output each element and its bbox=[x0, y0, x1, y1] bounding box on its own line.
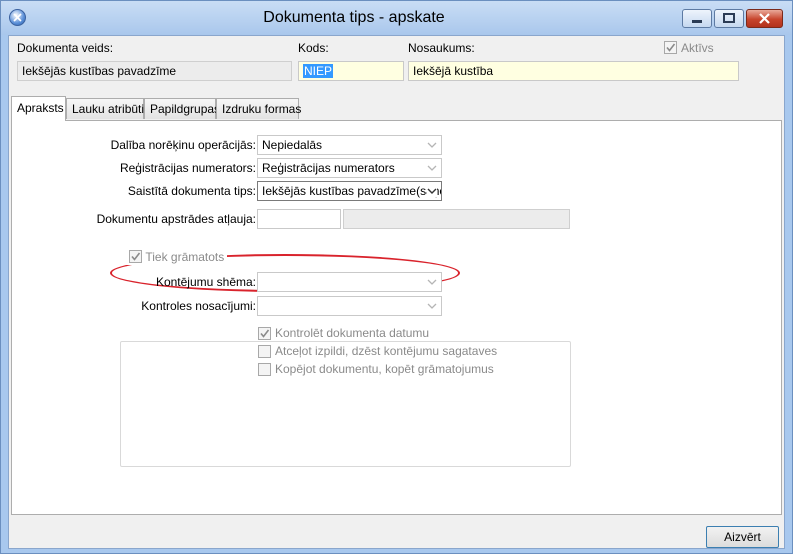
code-field[interactable]: NIEP bbox=[298, 61, 404, 81]
doc-type-label: Dokumenta veids: bbox=[17, 41, 114, 55]
code-label: Kods: bbox=[298, 41, 329, 55]
netting-label: Dalība norēķinu operācijās: bbox=[110, 138, 256, 152]
numerator-label: Reģistrācijas numerators: bbox=[119, 161, 256, 175]
close-icon bbox=[759, 13, 770, 24]
accounting-checkbox[interactable] bbox=[129, 250, 142, 264]
check-document-date-label: Kontrolēt dokumenta datumu bbox=[275, 326, 430, 340]
copy-postings-checkbox[interactable] bbox=[258, 363, 271, 376]
scheme-select[interactable] bbox=[257, 272, 442, 292]
checkmark-icon bbox=[260, 329, 270, 338]
window-title: Dokumenta tips - apskate bbox=[263, 9, 445, 26]
name-field[interactable]: Iekšējā kustība bbox=[408, 61, 739, 81]
delete-postings-label: Atceļot izpildi, dzēst kontējumu sagatav… bbox=[275, 344, 498, 358]
numerator-value: Reģistrācijas numerators bbox=[262, 161, 395, 175]
scheme-label: Kontējumu shēma: bbox=[155, 275, 256, 289]
chevron-down-icon bbox=[427, 303, 437, 309]
chevron-down-icon bbox=[427, 279, 437, 285]
conditions-select[interactable] bbox=[257, 296, 442, 316]
title-bar: Dokumenta tips - apskate bbox=[1, 1, 792, 35]
related-doc-select[interactable]: Iekšējās kustības pavadzīme(saņemšana) bbox=[257, 181, 442, 201]
checkmark-icon bbox=[666, 43, 676, 52]
tab-apraksts[interactable]: Apraksts bbox=[11, 96, 66, 121]
chevron-down-icon bbox=[427, 185, 437, 197]
tab-izdruku-formas[interactable]: Izdruku formas bbox=[216, 98, 301, 119]
accounting-group-label: Tiek grāmatots bbox=[145, 249, 225, 264]
check-document-date-checkbox[interactable] bbox=[258, 327, 271, 340]
code-value: NIEP bbox=[303, 64, 334, 78]
close-button[interactable]: Aizvērt bbox=[706, 526, 779, 548]
related-doc-value: Iekšējās kustības pavadzīme(saņemšana) bbox=[262, 184, 441, 198]
dialog-window: Dokumenta tips - apskate Dokumenta veids… bbox=[0, 0, 793, 554]
conditions-label: Kontroles nosacījumi: bbox=[141, 299, 256, 313]
active-label: Aktīvs bbox=[681, 41, 714, 55]
minimize-button[interactable] bbox=[682, 9, 712, 28]
accounting-group bbox=[120, 341, 571, 467]
minimize-icon bbox=[692, 20, 702, 23]
related-doc-label: Saistītā dokumenta tips: bbox=[127, 184, 256, 198]
close-window-button[interactable] bbox=[746, 9, 783, 28]
checkmark-icon bbox=[131, 252, 141, 262]
doc-type-field: Iekšējās kustības pavadzīme bbox=[17, 61, 292, 81]
permission-code-field[interactable] bbox=[257, 209, 341, 229]
dialog-client-area: Dokumenta veids: Iekšējās kustības pavad… bbox=[8, 35, 785, 549]
maximize-button[interactable] bbox=[714, 9, 744, 28]
tab-lauku-atributi[interactable]: Lauku atribūti bbox=[66, 98, 144, 119]
permission-label: Dokumentu apstrādes atļauja: bbox=[96, 212, 256, 226]
netting-select[interactable]: Nepiedalās bbox=[257, 135, 442, 155]
name-label: Nosaukums: bbox=[408, 41, 475, 55]
accounting-group-header: Tiek grāmatots bbox=[126, 249, 228, 265]
tab-papildgrupas[interactable]: Papildgrupas bbox=[144, 98, 220, 119]
netting-value: Nepiedalās bbox=[262, 138, 323, 152]
copy-postings-label: Kopējot dokumentu, kopēt grāmatojumus bbox=[275, 362, 494, 376]
delete-postings-checkbox[interactable] bbox=[258, 345, 271, 358]
permission-name-field bbox=[343, 209, 570, 229]
active-checkbox[interactable] bbox=[664, 41, 677, 54]
numerator-select[interactable]: Reģistrācijas numerators bbox=[257, 158, 442, 178]
chevron-down-icon bbox=[427, 142, 437, 148]
tab-panel-apraksts: Dalība norēķinu operācijās: Nepiedalās R… bbox=[11, 120, 782, 515]
chevron-down-icon bbox=[427, 165, 437, 171]
maximize-icon bbox=[723, 13, 735, 23]
